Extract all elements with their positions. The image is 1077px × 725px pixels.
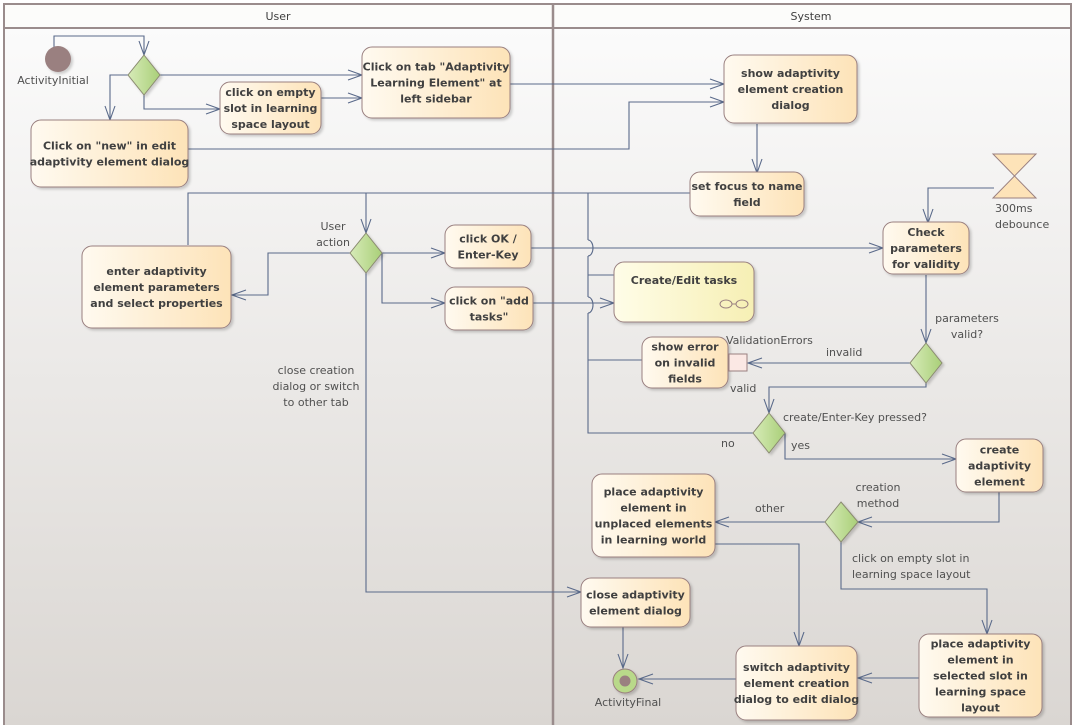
decision-label-create-pressed: create/Enter-Key pressed?	[783, 411, 927, 424]
action-set-focus[interactable]: set focus to name field	[689, 171, 805, 217]
guard-empty-slot: learning space layout	[852, 568, 971, 581]
action-label-line: switch adaptivity	[743, 661, 850, 674]
action-click-ok[interactable]: click OK / Enter-Key	[444, 224, 532, 269]
guard-no: no	[721, 437, 735, 450]
action-label-line: close adaptivity	[586, 589, 685, 602]
action-label-line: element creation	[744, 677, 850, 690]
decision-label-params-valid: valid?	[951, 328, 983, 341]
decision-label-creation-method: method	[857, 497, 899, 510]
decision-label-creation-method: creation	[856, 481, 901, 494]
guard-close-switch: to other tab	[283, 396, 348, 409]
action-label-line: element	[974, 476, 1025, 489]
action-label-line: Click on tab "Adaptivity	[363, 61, 510, 74]
action-label-line: show adaptivity	[741, 67, 840, 80]
action-box	[689, 171, 805, 217]
action-label-line: slot in learning	[224, 102, 318, 115]
action-label-line: Click on "new" in edit	[43, 140, 176, 153]
action-label-line: on invalid	[655, 357, 716, 370]
action-box	[580, 577, 691, 628]
action-create-edit-tasks[interactable]: Create/Edit tasks	[613, 261, 755, 323]
activity-diagram: User System ActivityInitial ActivityFina…	[3, 3, 1072, 725]
timer-label: 300ms	[995, 202, 1033, 215]
action-create-element[interactable]: create adaptivity element	[955, 438, 1044, 493]
action-show-dialog[interactable]: show adaptivity element creation dialog	[723, 54, 858, 124]
action-label-line: space layout	[231, 118, 309, 131]
action-label-line: element in	[947, 654, 1013, 667]
action-box	[444, 286, 534, 331]
decision-label-user-action: action	[316, 236, 350, 249]
lane-title-system: System	[790, 10, 831, 23]
action-click-new[interactable]: Click on "new" in edit adaptivity element…	[30, 119, 190, 188]
guard-yes: yes	[791, 439, 810, 452]
action-switch-dialog[interactable]: switch adaptivity element creation dialog …	[734, 645, 859, 721]
timer-label: debounce	[995, 218, 1049, 231]
action-place-selected[interactable]: place adaptivity element in selected slot …	[918, 633, 1043, 718]
action-label-line: parameters	[890, 242, 962, 255]
action-label-line: and select properties	[90, 297, 223, 310]
initial-node[interactable]	[45, 46, 71, 72]
action-label-line: selected slot in	[933, 670, 1028, 683]
action-label-line: left sidebar	[400, 93, 472, 106]
action-label-line: for validity	[892, 258, 960, 271]
decision-label-params-valid: parameters	[935, 312, 999, 325]
guard-close-switch: dialog or switch	[273, 380, 360, 393]
action-label-line: element dialog	[589, 605, 682, 618]
action-label-line: layout	[961, 702, 1000, 715]
action-click-add-tasks[interactable]: click on "add tasks"	[444, 286, 534, 331]
decision-label-user-action: User	[320, 220, 346, 233]
action-label-line: Check	[907, 226, 945, 239]
action-box	[30, 119, 189, 188]
action-label-line: click on empty	[225, 86, 315, 99]
action-label-line: place adaptivity	[931, 638, 1031, 651]
action-label-line: unplaced elements	[595, 518, 713, 531]
action-label-line: element creation	[738, 83, 844, 96]
action-label-line: element parameters	[93, 281, 220, 294]
action-click-empty-slot[interactable]: click on empty slot in learning space layo…	[219, 81, 322, 135]
action-label-line: adaptivity element dialog	[30, 156, 190, 169]
action-label-line: dialog	[771, 99, 809, 112]
guard-valid: valid	[730, 382, 756, 395]
action-label-line: create	[980, 444, 1020, 457]
guard-other: other	[755, 502, 785, 515]
action-close-dialog[interactable]: close adaptivity element dialog	[580, 577, 691, 628]
action-label-line: dialog to edit dialog	[734, 693, 859, 706]
action-label-line: place adaptivity	[604, 486, 704, 499]
validation-errors-pin[interactable]	[728, 353, 748, 372]
action-label-line: in learning world	[601, 534, 706, 547]
action-label-line: element in	[620, 502, 686, 515]
action-box	[613, 261, 755, 323]
action-label-line: field	[733, 196, 760, 209]
action-label-line: set focus to name	[692, 180, 803, 193]
lane-title-user: User	[265, 10, 291, 23]
action-box	[444, 224, 532, 269]
guard-empty-slot: click on empty slot in	[852, 552, 969, 565]
action-label-line: fields	[668, 373, 702, 386]
final-node-label: ActivityFinal	[595, 696, 662, 709]
action-label-line: Learning Element" at	[370, 77, 501, 90]
lanes-header	[4, 4, 1071, 28]
action-label-line: click OK /	[459, 233, 517, 246]
action-show-error[interactable]: show error on invalid fields	[641, 336, 729, 389]
guard-close-switch: close creation	[278, 364, 355, 377]
action-label-line: tasks"	[470, 311, 509, 324]
initial-node-label: ActivityInitial	[17, 74, 89, 87]
action-enter-params[interactable]: enter adaptivity element parameters and se…	[81, 245, 232, 329]
action-label-line: enter adaptivity	[106, 265, 206, 278]
action-click-tab[interactable]: Click on tab "Adaptivity Learning Element…	[361, 46, 511, 119]
action-label-line: Enter-Key	[457, 249, 518, 262]
action-label-line: Create/Edit tasks	[631, 274, 738, 287]
action-check-params[interactable]: Check parameters for validity	[882, 221, 970, 275]
final-node[interactable]	[612, 668, 638, 694]
action-label-line: adaptivity	[968, 460, 1031, 473]
action-label-line: click on "add	[449, 295, 529, 308]
guard-invalid: invalid	[826, 346, 862, 359]
action-place-unplaced[interactable]: place adaptivity element in unplaced eleme…	[591, 473, 716, 558]
action-label-line: learning space	[935, 686, 1026, 699]
final-node-dot	[619, 675, 631, 687]
action-label-line: show error	[651, 341, 719, 354]
pin-label: ValidationErrors	[726, 334, 813, 347]
